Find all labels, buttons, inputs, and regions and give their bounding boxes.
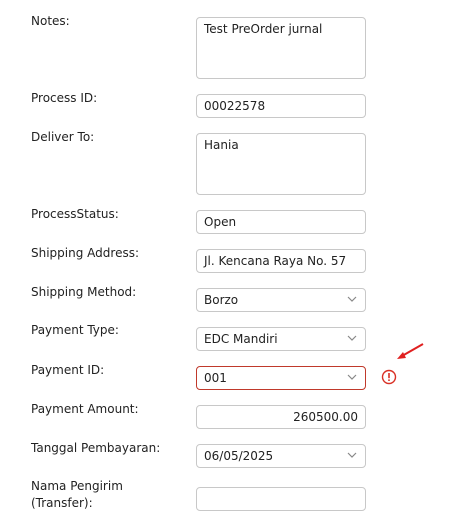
- red-arrow-icon: [397, 343, 424, 359]
- sender-name-label: Nama Pengirim (Transfer):: [31, 479, 123, 510]
- payment-amount-input[interactable]: 260500.00: [196, 405, 366, 429]
- notes-textarea[interactable]: Test PreOrder jurnal: [196, 17, 366, 79]
- notes-label: Notes:: [31, 14, 70, 28]
- deliver-to-label: Deliver To:: [31, 130, 95, 144]
- process-id-input[interactable]: 00022578: [196, 94, 366, 118]
- deliver-to-textarea[interactable]: Hania: [196, 133, 366, 195]
- chevron-down-icon: [347, 335, 357, 341]
- shipping-address-input[interactable]: Jl. Kencana Raya No. 57: [196, 249, 366, 273]
- payment-id-label: Payment ID:: [31, 363, 105, 377]
- payment-type-value: EDC Mandiri: [204, 332, 278, 346]
- payment-date-value: 06/05/2025: [204, 449, 274, 463]
- shipping-method-select[interactable]: Borzo: [196, 288, 366, 312]
- sender-name-input[interactable]: [196, 487, 366, 511]
- payment-id-value: 001: [204, 371, 227, 385]
- chevron-down-icon: [347, 452, 357, 458]
- payment-id-select[interactable]: 001: [196, 366, 366, 390]
- payment-type-label: Payment Type:: [31, 323, 119, 337]
- payment-amount-label: Payment Amount:: [31, 402, 139, 416]
- payment-type-select[interactable]: EDC Mandiri: [196, 327, 366, 351]
- chevron-down-icon: [347, 374, 357, 380]
- chevron-down-icon: [347, 296, 357, 302]
- shipping-address-label: Shipping Address:: [31, 246, 139, 260]
- shipping-method-value: Borzo: [204, 293, 239, 307]
- error-icon: [381, 369, 397, 385]
- process-status-input[interactable]: Open: [196, 210, 366, 234]
- shipping-method-label: Shipping Method:: [31, 285, 137, 299]
- process-status-label: ProcessStatus:: [31, 207, 119, 221]
- payment-date-select[interactable]: 06/05/2025: [196, 444, 366, 468]
- process-id-label: Process ID:: [31, 91, 98, 105]
- payment-date-label: Tanggal Pembayaran:: [31, 441, 161, 455]
